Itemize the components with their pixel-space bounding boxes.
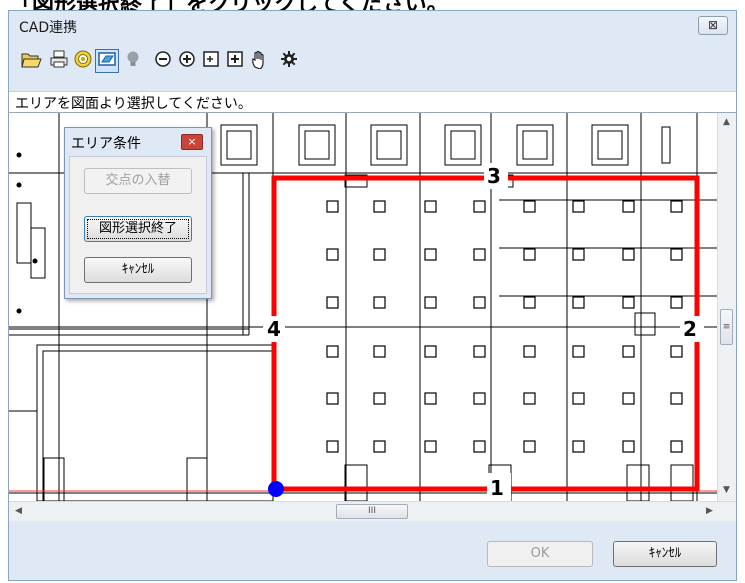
- status-line: エリアを図面より選択してください。: [9, 91, 736, 113]
- top-instruction-strip: 「図形選択終了」をクリックしてください。: [0, 0, 745, 10]
- vertical-scroll-thumb[interactable]: ≡: [720, 309, 733, 345]
- scroll-right-arrow-icon[interactable]: ▶: [706, 506, 713, 516]
- finish-shape-selection-button[interactable]: 図形選択終了: [84, 216, 192, 242]
- area-condition-dialog: エリア条件 × 交点の入替 図形選択終了 ｷｬﾝｾﾙ: [64, 127, 212, 299]
- print-icon[interactable]: [47, 49, 71, 73]
- zoom-out-icon[interactable]: [151, 49, 175, 73]
- area-select-icon[interactable]: [95, 49, 119, 73]
- window-title: CAD連携: [19, 20, 78, 36]
- dialog-body: 交点の入替 図形選択終了 ｷｬﾝｾﾙ: [69, 156, 207, 294]
- horizontal-scroll-thumb[interactable]: III: [336, 504, 408, 519]
- settings-gear-icon[interactable]: [277, 49, 301, 73]
- zoom-area-icon[interactable]: [199, 49, 223, 73]
- footer-bar: OK ｷｬﾝｾﾙ: [9, 522, 736, 580]
- scroll-down-arrow-icon[interactable]: ▼: [723, 485, 730, 495]
- pan-hand-icon[interactable]: [247, 49, 271, 73]
- ok-button[interactable]: OK: [487, 541, 593, 567]
- vertical-scrollbar[interactable]: ▲ ≡ ▼: [717, 113, 736, 501]
- target-icon[interactable]: [71, 49, 95, 73]
- toolbar: [9, 41, 736, 81]
- folder-open-icon[interactable]: [19, 49, 43, 73]
- dialog-close-button[interactable]: ×: [181, 134, 203, 150]
- dialog-cancel-button[interactable]: ｷｬﾝｾﾙ: [84, 257, 192, 283]
- edge-label-1: 1: [490, 476, 504, 500]
- swap-intersection-button[interactable]: 交点の入替: [84, 168, 192, 194]
- window-close-button[interactable]: ⊠: [698, 16, 728, 35]
- edge-label-3: 3: [487, 164, 501, 188]
- edge-label-4: 4: [267, 317, 281, 341]
- horizontal-scrollbar[interactable]: ◀ III ▶: [9, 501, 736, 521]
- zoom-fit-icon[interactable]: [223, 49, 247, 73]
- cancel-button[interactable]: ｷｬﾝｾﾙ: [613, 541, 717, 567]
- top-instruction-text: 「図形選択終了」をクリックしてください。: [10, 0, 449, 10]
- dialog-title: エリア条件: [71, 136, 141, 152]
- scroll-left-arrow-icon[interactable]: ◀: [15, 506, 22, 516]
- lightbulb-icon[interactable]: [121, 49, 145, 73]
- zoom-in-icon[interactable]: [175, 49, 199, 73]
- status-message: エリアを図面より選択してください。: [15, 96, 252, 112]
- scroll-up-arrow-icon[interactable]: ▲: [723, 117, 730, 127]
- edge-label-2: 2: [683, 317, 697, 341]
- selection-vertex-point[interactable]: [268, 481, 284, 497]
- title-bar: CAD連携 ⊠: [9, 11, 736, 41]
